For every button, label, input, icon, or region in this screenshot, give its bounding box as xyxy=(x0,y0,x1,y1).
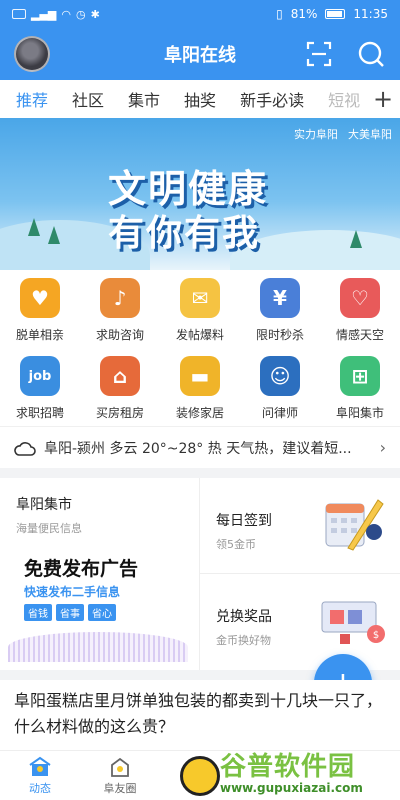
grid-item-help[interactable]: ♪ 求助咨询 xyxy=(80,278,160,356)
app-header: 阜阳在线 xyxy=(0,28,400,80)
heart-chat-icon: ♡ xyxy=(340,278,380,318)
avatar[interactable] xyxy=(14,36,50,72)
weather-text: 阜阳-颍州 多云 20°~28° 热 天气热，建议着短... xyxy=(44,440,352,457)
house-icon: ⌂ xyxy=(100,356,140,396)
chevron-right-icon: › xyxy=(379,438,386,457)
nav-item-friends[interactable]: 阜友圈 xyxy=(80,751,160,800)
feature-grid: ♥ 脱单相亲 ♪ 求助咨询 ✉ 发帖爆料 ¥ 限时秒杀 ♡ 情感天空 job 求… xyxy=(0,270,400,426)
cloud-icon xyxy=(14,441,36,456)
vibrate-icon: ▯ xyxy=(276,7,283,21)
watermark: 谷普软件园 www.gupuxiazai.com xyxy=(220,746,396,800)
cart-icon: ¥ xyxy=(260,278,300,318)
tab-newbie-guide[interactable]: 新手必读 xyxy=(240,87,304,111)
community-icon xyxy=(29,756,51,776)
grid-label: 阜阳集市 xyxy=(335,406,384,420)
tshirt-couple-icon: ♥ xyxy=(20,278,60,318)
grid-item-flash-sale[interactable]: ¥ 限时秒杀 xyxy=(240,278,320,356)
feed-item-title: 阜阳蛋糕店里月饼单独包装的都卖到十几块一只了，什么材料做的这么贵？ xyxy=(14,691,383,736)
tab-market[interactable]: 集市 xyxy=(128,87,160,111)
status-bar: ▂▄▆ ◠ ◷ ✱ ▯ 81% 11:35 xyxy=(0,0,400,28)
tab-lottery[interactable]: 抽奖 xyxy=(184,87,216,111)
add-tab-icon[interactable]: + xyxy=(366,80,400,118)
banner-tree xyxy=(350,230,362,248)
battery-percent: 81% xyxy=(290,7,318,21)
grid-label: 脱单相亲 xyxy=(15,328,64,342)
grid-item-dating[interactable]: ♥ 脱单相亲 xyxy=(0,278,80,356)
grid-item-post[interactable]: ✉ 发帖爆料 xyxy=(160,278,240,356)
status-icons: ▂▄▆ ◠ ◷ ✱ xyxy=(12,8,100,21)
market-card[interactable]: 阜阳集市 海量便民信息 免费发布广告 快速发布二手信息 省钱 省事 省心 xyxy=(0,478,200,670)
nav-item-feed[interactable]: 动态 xyxy=(0,751,80,800)
grid-item-jobs[interactable]: job 求职招聘 xyxy=(0,356,80,434)
ad-subtitle: 快速发布二手信息 xyxy=(24,585,121,599)
job-icon: job xyxy=(20,356,60,396)
grid-label: 求职招聘 xyxy=(15,406,64,420)
grid-label: 求助咨询 xyxy=(95,328,144,342)
promo-banner[interactable]: 实力阜阳 大美阜阳 文明健康 有你有我 xyxy=(0,118,400,270)
nav-label: 动态 xyxy=(29,781,51,795)
grid-label: 情感天空 xyxy=(335,328,384,342)
grid-label: 装修家居 xyxy=(175,406,224,420)
banner-tag: 大美阜阳 xyxy=(348,128,392,141)
market-card-subtitle: 海量便民信息 xyxy=(16,522,82,535)
feed-item[interactable]: 阜阳蛋糕店里月饼单独包装的都卖到十几块一只了，什么材料做的这么贵？ xyxy=(0,680,400,750)
battery-icon xyxy=(325,9,346,19)
tab-community[interactable]: 社区 xyxy=(72,87,104,111)
market-icon: ⊞ xyxy=(340,356,380,396)
grid-item-housing[interactable]: ⌂ 买房租房 xyxy=(80,356,160,434)
bluetooth-icon: ✱ xyxy=(90,7,100,21)
ad-chip: 省事 xyxy=(56,604,84,621)
nav-label: 阜友圈 xyxy=(103,781,137,795)
sofa-icon: ▬ xyxy=(180,356,220,396)
prize-card[interactable]: 兑换奖品 金币换好物 $ xyxy=(200,574,400,670)
grid-label: 买房租房 xyxy=(95,406,144,420)
tab-recommend[interactable]: 推荐 xyxy=(16,87,48,111)
ad-chip: 省钱 xyxy=(24,604,52,621)
bell-icon: ♪ xyxy=(100,278,140,318)
envelope-icon: ✉ xyxy=(180,278,220,318)
center-action-icon xyxy=(180,755,220,796)
hd-icon xyxy=(12,9,26,19)
tab-short-video[interactable]: 短视 xyxy=(328,87,360,111)
grid-item-decoration[interactable]: ▬ 装修家居 xyxy=(160,356,240,434)
banner-subheadline: 有你有我 xyxy=(108,212,261,254)
signal-icon: ▂▄▆ xyxy=(31,7,57,21)
clock: 11:35 xyxy=(353,7,388,21)
gift-coins-icon: $ xyxy=(321,601,385,644)
wifi-icon: ◠ xyxy=(61,7,71,21)
market-card-title: 阜阳集市 xyxy=(16,497,72,513)
grid-item-emotion[interactable]: ♡ 情感天空 xyxy=(320,278,400,356)
ad-chip: 省心 xyxy=(88,604,116,621)
banner-tag: 实力阜阳 xyxy=(294,128,338,141)
service-cards: 阜阳集市 海量便民信息 免费发布广告 快速发布二手信息 省钱 省事 省心 每日签… xyxy=(0,478,400,670)
grid-item-lawyer[interactable]: ☺ 问律师 xyxy=(240,356,320,434)
checkin-card[interactable]: 每日签到 领5金币 xyxy=(200,478,400,574)
lawyer-icon: ☺ xyxy=(260,356,300,396)
grid-item-market[interactable]: ⊞ 阜阳集市 xyxy=(320,356,400,434)
friends-icon xyxy=(111,757,129,777)
grid-label: 发帖爆料 xyxy=(175,328,224,342)
scan-icon[interactable] xyxy=(304,39,334,69)
grid-label: 问律师 xyxy=(261,406,298,420)
watermark-url: www.gupuxiazai.com xyxy=(220,781,363,795)
alarm-icon: ◷ xyxy=(76,7,86,21)
category-tabs: 推荐 社区 集市 抽奖 新手必读 短视 + xyxy=(0,80,400,118)
watermark-brand: 谷普软件园 xyxy=(220,752,356,782)
banner-tree xyxy=(48,226,60,244)
banner-tree xyxy=(28,218,40,236)
decorative-waves xyxy=(8,632,188,662)
grid-label: 限时秒杀 xyxy=(255,328,304,342)
ad-title: 免费发布广告 xyxy=(24,558,139,580)
svg-text:$: $ xyxy=(373,630,379,641)
calendar-pencil-icon xyxy=(325,499,384,551)
weather-bar[interactable]: 阜阳-颍州 多云 20°~28° 热 天气热，建议着短... › xyxy=(0,426,400,468)
search-icon[interactable] xyxy=(356,39,386,69)
